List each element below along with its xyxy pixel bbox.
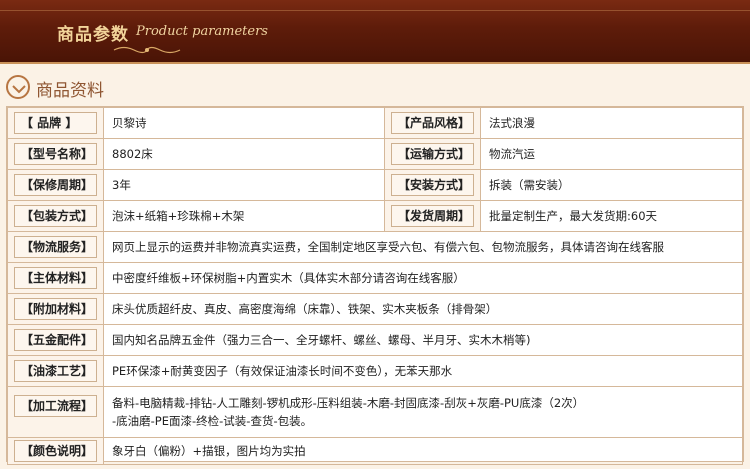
table-row: 【型号名称】 8802床 【运输方式】 物流汽运 — [7, 138, 743, 170]
label-cell: 【产品风格】 — [384, 107, 481, 139]
logistics-label: 【物流服务】 — [14, 236, 97, 258]
warranty-value: 3年 — [112, 178, 131, 192]
label-cell: 【型号名称】 — [7, 138, 104, 170]
package-label: 【包装方式】 — [14, 205, 97, 227]
value-cell: 中密度纤维板+环保树脂+内置实木（具体实木部分请咨询在线客服） — [103, 262, 743, 294]
label-cell: 【安装方式】 — [384, 169, 481, 201]
process-value-line2: -底油磨-PE面漆-终检-试装-查货-包装。 — [112, 414, 313, 428]
transport-value: 物流汽运 — [489, 147, 535, 161]
transport-label: 【运输方式】 — [391, 143, 474, 165]
value-cell: 网页上显示的运费并非物流真实运费，全国制定地区享受六包、有偿六包、包物流服务，具… — [103, 231, 743, 263]
material-value: 中密度纤维板+环保树脂+内置实木（具体实木部分请咨询在线客服） — [112, 271, 465, 285]
hardware-label: 【五金配件】 — [14, 329, 97, 351]
model-label: 【型号名称】 — [14, 143, 97, 165]
table-row: 【主体材料】 中密度纤维板+环保树脂+内置实木（具体实木部分请咨询在线客服） — [7, 262, 743, 294]
value-cell: 拆装（需安装） — [480, 169, 743, 201]
process-label: 【加工流程】 — [14, 395, 97, 417]
value-cell: 备料-电脑精裁-排钻-人工雕刻-锣机成形-压料组装-木磨-封固底漆-刮灰+灰磨-… — [103, 386, 743, 438]
table-row: 【包装方式】 泡沫+纸箱+珍珠棉+木架 【发货周期】 批量定制生产，最大发货期:… — [7, 200, 743, 232]
extra-material-value: 床头优质超纤皮、真皮、高密度海绵（床靠）、铁架、实木夹板条（排骨架） — [112, 302, 498, 316]
model-value: 8802床 — [112, 147, 153, 161]
banner-title-cn: 商品参数 — [57, 25, 129, 45]
label-cell: 【包装方式】 — [7, 200, 104, 232]
table-row: 【颜色说明】 象牙白（偏粉）+描银，图片均为实拍 — [7, 437, 743, 465]
table-row: 【附加材料】 床头优质超纤皮、真皮、高密度海绵（床靠）、铁架、实木夹板条（排骨架… — [7, 293, 743, 325]
value-cell: 泡沫+纸箱+珍珠棉+木架 — [103, 200, 385, 232]
material-label: 【主体材料】 — [14, 267, 97, 289]
value-cell: 8802床 — [103, 138, 385, 170]
color-value: 象牙白（偏粉）+描银，图片均为实拍 — [112, 444, 306, 458]
delivery-value: 批量定制生产，最大发货期:60天 — [489, 209, 658, 223]
banner-title-en: Product parameters — [136, 24, 268, 39]
value-cell: 3年 — [103, 169, 385, 201]
extra-material-label: 【附加材料】 — [14, 298, 97, 320]
info-circle-icon — [6, 75, 30, 99]
install-value: 拆装（需安装） — [489, 178, 570, 192]
delivery-label: 【发货周期】 — [391, 205, 474, 227]
install-label: 【安装方式】 — [391, 174, 474, 196]
brand-value: 贝黎诗 — [112, 116, 147, 130]
value-cell: 象牙白（偏粉）+描银，图片均为实拍 — [103, 437, 743, 465]
label-cell: 【发货周期】 — [384, 200, 481, 232]
label-cell: 【五金配件】 — [7, 324, 104, 356]
label-cell: 【 品牌 】 — [7, 107, 104, 139]
label-cell: 【主体材料】 — [7, 262, 104, 294]
color-label: 【颜色说明】 — [14, 440, 97, 462]
header-banner: 商品参数 Product parameters — [0, 0, 750, 64]
label-cell: 【加工流程】 — [7, 386, 104, 438]
table-row: 【油漆工艺】 PE环保漆+耐黄变因子（有效保证油漆长时间不变色），无苯天那水 — [7, 355, 743, 387]
value-cell: 批量定制生产，最大发货期:60天 — [480, 200, 743, 232]
label-cell: 【颜色说明】 — [7, 437, 104, 465]
process-value-line1: 备料-电脑精裁-排钻-人工雕刻-锣机成形-压料组装-木磨-封固底漆-刮灰+灰磨-… — [112, 396, 585, 410]
paint-value: PE环保漆+耐黄变因子（有效保证油漆长时间不变色），无苯天那水 — [112, 364, 453, 378]
value-cell: 贝黎诗 — [103, 107, 385, 139]
logistics-value: 网页上显示的运费并非物流真实运费，全国制定地区享受六包、有偿六包、包物流服务，具… — [112, 240, 664, 254]
table-row: 【加工流程】 备料-电脑精裁-排钻-人工雕刻-锣机成形-压料组装-木磨-封固底漆… — [7, 386, 743, 438]
table-row: 【五金配件】 国内知名品牌五金件（强力三合一、全牙螺杆、螺丝、螺母、半月牙、实木… — [7, 324, 743, 356]
label-cell: 【物流服务】 — [7, 231, 104, 263]
value-cell: 物流汽运 — [480, 138, 743, 170]
paint-label: 【油漆工艺】 — [14, 360, 97, 382]
value-cell: PE环保漆+耐黄变因子（有效保证油漆长时间不变色），无苯天那水 — [103, 355, 743, 387]
table-row: 【 品牌 】 贝黎诗 【产品风格】 法式浪漫 — [7, 107, 743, 139]
label-cell: 【附加材料】 — [7, 293, 104, 325]
table-row: 【物流服务】 网页上显示的运费并非物流真实运费，全国制定地区享受六包、有偿六包、… — [7, 231, 743, 263]
value-cell: 法式浪漫 — [480, 107, 743, 139]
label-cell: 【油漆工艺】 — [7, 355, 104, 387]
value-cell: 床头优质超纤皮、真皮、高密度海绵（床靠）、铁架、实木夹板条（排骨架） — [103, 293, 743, 325]
value-cell: 国内知名品牌五金件（强力三合一、全牙螺杆、螺丝、螺母、半月牙、实木木梢等) — [103, 324, 743, 356]
table-row: 【保修周期】 3年 【安装方式】 拆装（需安装） — [7, 169, 743, 201]
label-cell: 【运输方式】 — [384, 138, 481, 170]
style-label: 【产品风格】 — [391, 112, 474, 134]
banner-divider-line — [0, 10, 750, 11]
hardware-value: 国内知名品牌五金件（强力三合一、全牙螺杆、螺丝、螺母、半月牙、实木木梢等) — [112, 333, 531, 347]
params-table: 【 品牌 】 贝黎诗 【产品风格】 法式浪漫 【型号名称】 8802床 【运输方… — [6, 106, 744, 465]
brand-label: 【 品牌 】 — [14, 112, 97, 134]
section-title: 商品资料 — [36, 81, 104, 101]
warranty-label: 【保修周期】 — [14, 174, 97, 196]
label-cell: 【保修周期】 — [7, 169, 104, 201]
package-value: 泡沫+纸箱+珍珠棉+木架 — [112, 209, 245, 223]
ornament-swirl-icon — [113, 46, 181, 54]
style-value: 法式浪漫 — [489, 116, 535, 130]
